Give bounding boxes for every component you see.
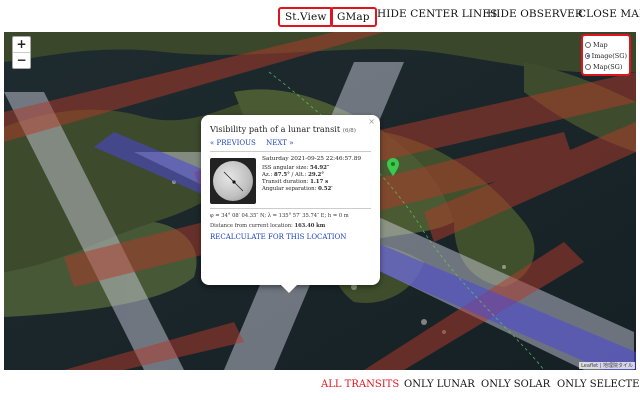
radio-icon[interactable]	[585, 63, 591, 70]
zoom-out-button[interactable]: −	[13, 52, 30, 68]
duration-value: 1.17 s	[310, 179, 329, 185]
close-icon[interactable]: ×	[368, 117, 375, 126]
layer-option-map-sg[interactable]: Map(SG)	[585, 61, 627, 72]
map-view[interactable]: + − Map Image(SG) Map(SG) Leaflet | 地理院タ…	[4, 32, 636, 370]
iss-size-value: 54.92″	[310, 165, 330, 171]
zoom-control: + −	[12, 36, 31, 69]
moon-transit-icon	[210, 158, 256, 204]
street-view-button[interactable]: St.View	[278, 7, 334, 27]
map-attribution[interactable]: Leaflet | 地理院タイル	[579, 362, 635, 369]
layer-option-map[interactable]: Map	[585, 39, 627, 50]
distance-line: Distance from current location: 163.40 k…	[210, 223, 326, 229]
radio-icon[interactable]	[585, 41, 591, 48]
separation-value: 0.52′	[318, 186, 333, 192]
layer-switcher: Map Image(SG) Map(SG)	[581, 34, 631, 76]
gmap-button[interactable]: GMap	[330, 7, 377, 27]
transit-popup: × Visibility path of a lunar transit (6/…	[201, 115, 380, 293]
recalculate-link[interactable]: RECALCULATE FOR THIS LOCATION	[210, 233, 371, 241]
filter-only-lunar[interactable]: ONLY LUNAR	[404, 379, 475, 390]
next-link[interactable]: NEXT »	[266, 139, 293, 147]
filter-only-solar[interactable]: ONLY SOLAR	[481, 379, 550, 390]
az-value: 87.5°	[273, 172, 290, 178]
popup-title: Visibility path of a lunar transit (6/8)	[210, 124, 371, 134]
divider	[210, 208, 371, 209]
popup-title-text: Visibility path of a lunar transit	[210, 124, 341, 134]
transit-details: Saturday 2021-09-25 22:46:57.89 ISS angu…	[262, 156, 362, 192]
hide-center-lines-button[interactable]: HIDE CENTER LINES	[377, 8, 497, 20]
radio-icon[interactable]	[585, 52, 590, 59]
filter-all-transits[interactable]: ALL TRANSITS	[321, 379, 399, 390]
zoom-in-button[interactable]: +	[13, 37, 30, 52]
hide-observer-button[interactable]: HIDE OBSERVER	[487, 8, 583, 20]
filter-bar: ALL TRANSITS ONLY LUNAR ONLY SOLAR ONLY …	[0, 370, 640, 400]
transit-date: Saturday 2021-09-25 22:46:57.89	[262, 156, 362, 162]
popup-nav: « PREVIOUS NEXT »	[210, 139, 371, 147]
previous-link[interactable]: « PREVIOUS	[210, 139, 256, 147]
layer-option-image[interactable]: Image(SG)	[585, 50, 627, 61]
toolbar: St.View GMap HIDE CENTER LINES HIDE OBSE…	[0, 0, 640, 32]
divider	[210, 151, 371, 152]
distance-value: 163.40 km	[294, 223, 326, 229]
filter-only-selected[interactable]: ONLY SELECTED	[557, 379, 640, 390]
popup-count: (6/8)	[342, 128, 356, 134]
location-coords: φ = 34° 08′ 04.35″ N; λ = 135° 57′ 35.74…	[210, 213, 349, 219]
close-map-button[interactable]: CLOSE MAP	[578, 8, 640, 20]
alt-value: 29.2°	[308, 172, 324, 178]
location-pin-icon[interactable]	[387, 158, 399, 176]
